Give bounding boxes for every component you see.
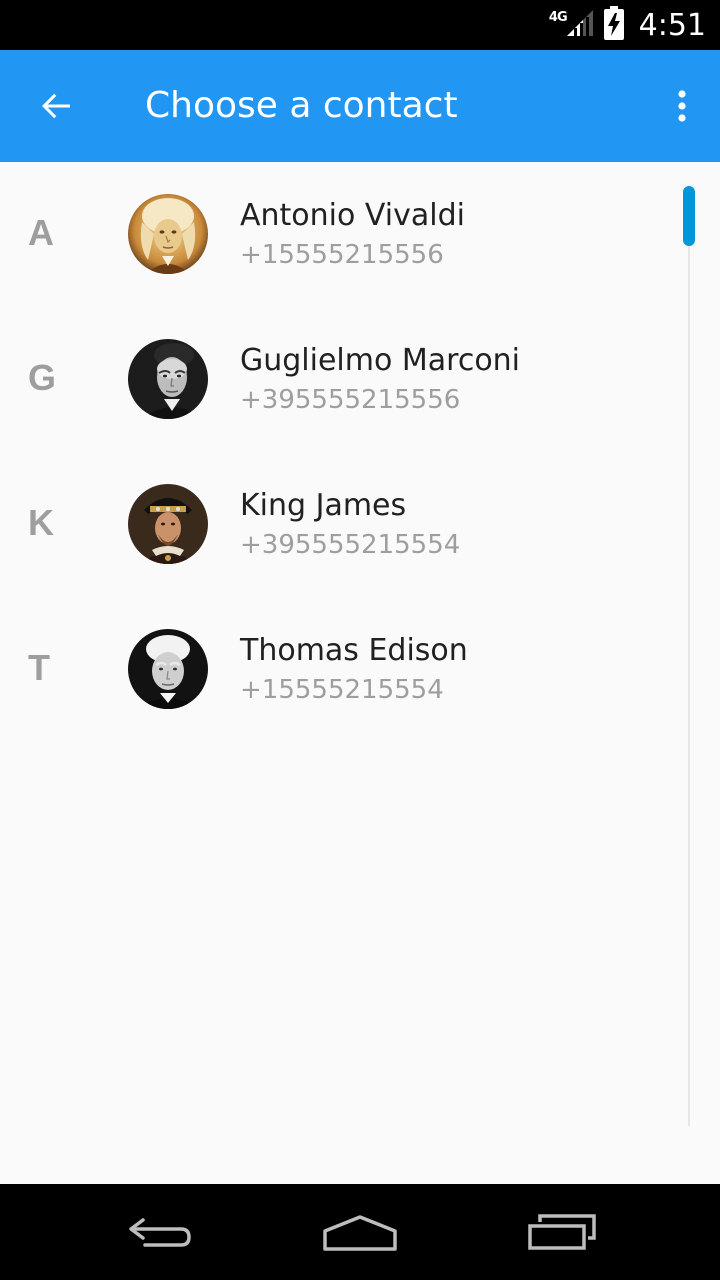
section-letter: K [28,502,54,543]
contact-name: Antonio Vivaldi [240,198,465,233]
contact-list: A Antonio Vivaldi +15555215556 G Gugliel… [0,162,720,1182]
screen: 4G 4:51 Choose a contact A Antonio Vival… [0,0,720,1280]
battery-charging-icon [603,6,625,44]
navigation-bar [0,1184,720,1280]
network-type-label: 4G [548,9,568,25]
contact-row-vivaldi[interactable]: A Antonio Vivaldi +15555215556 [0,162,680,307]
section-letter: T [28,647,50,688]
avatar-edison [128,629,208,709]
signal-icon [565,8,595,42]
avatar-marconi [128,339,208,419]
overflow-menu-button[interactable] [662,76,702,136]
status-icons: 4G 4:51 [549,0,706,50]
nav-back-button[interactable] [100,1202,220,1262]
contact-phone: +15555215554 [240,675,444,705]
contact-phone: +15555215556 [240,240,444,270]
section-letter: G [28,357,57,398]
app-bar: Choose a contact [0,50,720,162]
contact-row-king-james[interactable]: K King James +395555215554 [0,452,680,597]
contact-row-marconi[interactable]: G Guglielmo Marconi +395555215556 [0,307,680,452]
contact-phone: +395555215554 [240,530,461,560]
back-button[interactable] [24,76,88,136]
arrow-back-icon [42,93,70,119]
avatar-king-james [128,484,208,564]
more-vert-icon [678,90,686,122]
status-bar: 4G 4:51 [0,0,720,50]
page-title: Choose a contact [145,85,458,126]
home-nav-icon [323,1215,397,1251]
contact-name: Guglielmo Marconi [240,343,521,378]
status-time: 4:51 [638,7,706,43]
contact-name: King James [240,488,407,523]
scrollbar-track[interactable] [688,186,690,1126]
recents-nav-icon [528,1214,596,1250]
scrollbar-thumb[interactable] [683,186,695,246]
contact-row-edison[interactable]: T Thomas Edison +15555215554 [0,597,680,742]
section-letter: A [28,212,54,253]
nav-home-button[interactable] [300,1202,420,1262]
contact-phone: +395555215556 [240,385,461,415]
contact-name: Thomas Edison [240,633,468,668]
avatar-vivaldi [128,194,208,274]
back-nav-icon [129,1218,191,1247]
nav-recents-button[interactable] [502,1202,622,1262]
